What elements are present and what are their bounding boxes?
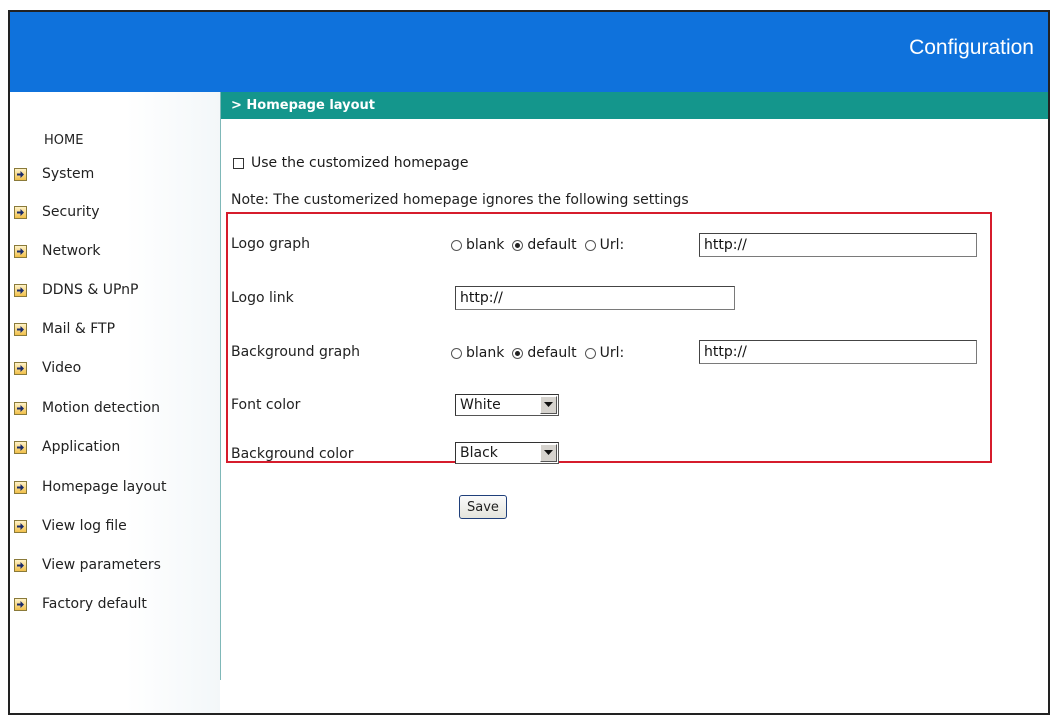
use-custom-homepage-checkbox[interactable]: Use the customized homepage [233,155,468,171]
sidebar-item-homepage-layout[interactable]: Homepage layout [14,477,166,497]
checkbox-box[interactable] [233,157,244,169]
sidebar-item-network[interactable]: Network [14,241,100,261]
sidebar-item-video[interactable]: Video [14,358,81,378]
radio-label[interactable]: blank [466,237,504,253]
background-graph-default-radio[interactable] [512,347,524,359]
logo-graph-radio-group: blank default Url: [451,237,627,253]
logo-graph-blank-radio[interactable] [451,239,462,251]
sidebar-item-security[interactable]: Security [14,202,100,222]
sidebar-item-label: View log file [42,518,127,534]
sidebar-item-view-log-file[interactable]: View log file [14,516,127,536]
background-color-select[interactable]: Black [455,442,559,464]
main-content: Use the customized homepage Note: The cu… [221,119,1048,713]
arrow-right-icon [14,519,27,533]
background-graph-radio-group: blank default Url: [451,345,627,361]
background-color-label: Background color [231,446,354,462]
logo-graph-url-input[interactable] [699,233,977,257]
sidebar-item-factory-default[interactable]: Factory default [14,594,147,614]
sidebar-item-label: Factory default [42,596,147,612]
arrow-right-icon [14,361,27,375]
font-color-select[interactable]: White [455,394,559,416]
logo-link-label: Logo link [231,290,294,306]
save-button[interactable]: Save [459,495,507,519]
radio-label[interactable]: default [527,345,576,361]
arrow-right-icon [14,558,27,572]
sidebar-item-system[interactable]: System [14,164,94,184]
logo-link-input[interactable] [455,286,735,310]
background-graph-label: Background graph [231,344,360,360]
arrow-right-icon [14,205,27,219]
arrow-right-icon [14,244,27,258]
checkbox-label: Use the customized homepage [251,155,469,171]
radio-label[interactable]: Url: [600,237,625,253]
sidebar-item-label: Video [42,360,82,376]
background-graph-blank-radio[interactable] [451,347,462,359]
background-graph-url-input[interactable] [699,340,977,364]
chevron-down-icon[interactable] [540,396,557,414]
chevron-down-icon[interactable] [540,444,557,462]
logo-graph-label: Logo graph [231,236,311,252]
logo-graph-default-radio[interactable] [512,239,524,251]
arrow-right-icon [14,167,27,181]
sidebar-item-label: System [42,166,95,182]
sidebar-item-label: Security [42,204,100,220]
sidebar-item-label: Motion detection [42,400,161,416]
radio-label[interactable]: Url: [600,345,625,361]
font-color-label: Font color [231,397,301,413]
logo-graph-url-radio[interactable] [584,239,596,251]
font-color-value: White [460,397,501,413]
arrow-right-icon [14,440,27,454]
arrow-right-icon [14,480,27,494]
sidebar-item-label: Mail & FTP [42,321,116,337]
sidebar-item-ddns-upnp[interactable]: DDNS & UPnP [14,280,139,300]
top-header: Configuration [10,12,1048,92]
sidebar-item-view-parameters[interactable]: View parameters [14,555,161,575]
sidebar-item-motion-detection[interactable]: Motion detection [14,398,160,418]
settings-note: Note: The customerized homepage ignores … [231,192,689,208]
sidebar-item-label: Application [42,439,121,455]
arrow-right-icon [14,322,27,336]
sidebar-item-application[interactable]: Application [14,437,120,457]
arrow-right-icon [14,283,27,297]
arrow-right-icon [14,401,27,415]
sidebar-item-label: Network [42,243,101,259]
background-color-value: Black [460,445,498,461]
sidebar-item-mail-ftp[interactable]: Mail & FTP [14,319,115,339]
browser-frame: Configuration HOME System Security Netwo… [8,10,1050,715]
sidebar-item-label: DDNS & UPnP [42,282,139,298]
sidebar-item-label: View parameters [42,557,161,573]
arrow-right-icon [14,597,27,611]
sidebar-item-label: Homepage layout [42,479,167,495]
background-graph-url-radio[interactable] [584,347,596,359]
sidebar-home-link[interactable]: HOME [44,133,83,148]
section-header: > Homepage layout [221,92,1048,119]
page-title: Configuration [909,36,1034,59]
radio-label[interactable]: blank [466,345,504,361]
radio-label[interactable]: default [527,237,576,253]
